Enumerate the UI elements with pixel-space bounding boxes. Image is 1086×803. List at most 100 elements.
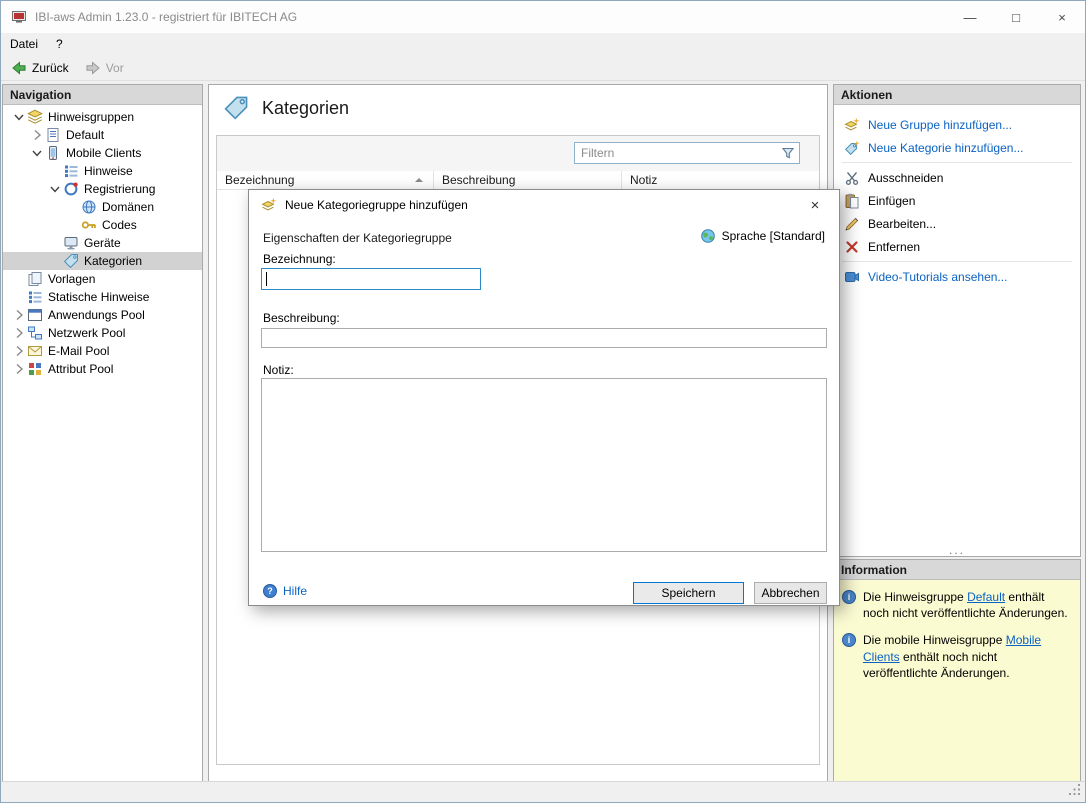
- chevron-collapsed-icon[interactable]: [11, 307, 27, 323]
- notiz-field[interactable]: [261, 378, 827, 552]
- action-new-group[interactable]: Neue Gruppe hinzufügen...: [834, 113, 1080, 136]
- help-icon: ?: [263, 584, 277, 598]
- beschreibung-field[interactable]: [261, 328, 827, 348]
- application-window: IBI-aws Admin 1.23.0 - registriert für I…: [0, 0, 1086, 803]
- tree-item-hinweisgruppen[interactable]: Hinweisgruppen: [3, 108, 202, 126]
- tree-item-hinweise[interactable]: Hinweise: [3, 162, 202, 180]
- tree-item-label: Netzwerk Pool: [48, 326, 125, 340]
- tree-item-anwendungs-pool[interactable]: Anwendungs Pool: [3, 306, 202, 324]
- window-title: IBI-aws Admin 1.23.0 - registriert für I…: [35, 10, 297, 24]
- navigation-toolbar: Zurück Vor: [1, 55, 1085, 81]
- language-selector[interactable]: Sprache [Standard]: [700, 228, 825, 244]
- devices-icon: [63, 235, 79, 251]
- tree-item-kategorien[interactable]: Kategorien: [3, 252, 202, 270]
- resize-grip[interactable]: [1070, 786, 1083, 799]
- tree-item-label: Statische Hinweise: [48, 290, 149, 304]
- static-hints-icon: [27, 289, 43, 305]
- back-arrow-icon: [11, 60, 27, 76]
- new-group-icon: [844, 117, 860, 133]
- action-label: Einfügen: [868, 194, 915, 208]
- hint-group-icon: [45, 127, 61, 143]
- action-video-tutorials[interactable]: Video-Tutorials ansehen...: [834, 265, 1080, 288]
- column-header-notiz[interactable]: Notiz: [622, 171, 819, 189]
- filter-funnel-icon[interactable]: [777, 145, 799, 161]
- tree-item-label: Mobile Clients: [66, 146, 141, 160]
- action-paste[interactable]: Einfügen: [834, 189, 1080, 212]
- categories-tag-icon: [223, 95, 249, 121]
- tree-item-mobile-clients[interactable]: Mobile Clients: [3, 144, 202, 162]
- action-label: Bearbeiten...: [868, 217, 936, 231]
- categories-tag-icon: [63, 253, 79, 269]
- table-header: Bezeichnung Beschreibung Notiz: [217, 171, 819, 190]
- language-globe-icon: [700, 228, 716, 244]
- chevron-spacer: [47, 235, 63, 251]
- action-label: Entfernen: [868, 240, 920, 254]
- chevron-spacer: [47, 253, 63, 269]
- chevron-collapsed-icon[interactable]: [11, 361, 27, 377]
- cancel-button[interactable]: Abbrechen: [754, 582, 827, 604]
- action-cut[interactable]: Ausschneiden: [834, 166, 1080, 189]
- bezeichnung-field[interactable]: [261, 268, 481, 290]
- tree-item-statische-hinweise[interactable]: Statische Hinweise: [3, 288, 202, 306]
- remove-x-icon: [844, 239, 860, 255]
- tree-item-attribut-pool[interactable]: Attribut Pool: [3, 360, 202, 378]
- codes-key-icon: [81, 217, 97, 233]
- tree-item-vorlagen[interactable]: Vorlagen: [3, 270, 202, 288]
- action-remove[interactable]: Entfernen: [834, 235, 1080, 258]
- domains-icon: [81, 199, 97, 215]
- column-header-bezeichnung[interactable]: Bezeichnung: [217, 171, 434, 189]
- maximize-button[interactable]: □: [993, 1, 1039, 33]
- registration-icon: [63, 181, 79, 197]
- chevron-spacer: [11, 271, 27, 287]
- action-edit[interactable]: Bearbeiten...: [834, 212, 1080, 235]
- info-message-text: Die mobile Hinweisgruppe Mobile Clients …: [863, 632, 1072, 681]
- chevron-expanded-icon[interactable]: [29, 145, 45, 161]
- tree-item-email-pool[interactable]: E-Mail Pool: [3, 342, 202, 360]
- column-header-beschreibung[interactable]: Beschreibung: [434, 171, 622, 189]
- page-title: Kategorien: [262, 98, 349, 119]
- filter-input[interactable]: [575, 146, 777, 160]
- information-panel: Information i Die Hinweisgruppe Default …: [833, 559, 1081, 782]
- tree-item-default[interactable]: Default: [3, 126, 202, 144]
- navigation-panel-header: Navigation: [3, 85, 202, 105]
- tree-item-geraete[interactable]: Geräte: [3, 234, 202, 252]
- actions-list: Neue Gruppe hinzufügen... Neue Kategorie…: [834, 105, 1080, 288]
- tree-item-label: Vorlagen: [48, 272, 95, 286]
- info-link-default[interactable]: Default: [967, 590, 1005, 604]
- action-label: Video-Tutorials ansehen...: [868, 270, 1007, 284]
- actions-panel-header: Aktionen: [834, 85, 1080, 105]
- help-link[interactable]: ? Hilfe: [263, 583, 307, 598]
- chevron-collapsed-icon[interactable]: [29, 127, 45, 143]
- forward-button-label: Vor: [106, 61, 124, 75]
- minimize-button[interactable]: —: [947, 1, 993, 33]
- menu-item-datei[interactable]: Datei: [1, 33, 47, 55]
- video-tutorials-icon: [844, 269, 860, 285]
- chevron-expanded-icon[interactable]: [11, 109, 27, 125]
- tree-item-netzwerk-pool[interactable]: Netzwerk Pool: [3, 324, 202, 342]
- forward-button[interactable]: Vor: [79, 58, 130, 78]
- actions-separator: [842, 261, 1072, 262]
- save-button[interactable]: Speichern: [633, 582, 744, 604]
- dialog-close-icon[interactable]: ×: [803, 193, 827, 217]
- close-button[interactable]: ×: [1039, 1, 1085, 33]
- chevron-spacer: [65, 199, 81, 215]
- back-button[interactable]: Zurück: [5, 58, 75, 78]
- menu-item-help[interactable]: ?: [47, 33, 72, 55]
- chevron-collapsed-icon[interactable]: [11, 325, 27, 341]
- edit-pencil-icon: [844, 216, 860, 232]
- tree-item-domaenen[interactable]: Domänen: [3, 198, 202, 216]
- action-new-category[interactable]: Neue Kategorie hinzufügen...: [834, 136, 1080, 159]
- tree-item-registrierung[interactable]: Registrierung: [3, 180, 202, 198]
- bezeichnung-label: Bezeichnung:: [263, 252, 336, 266]
- column-label: Notiz: [630, 173, 657, 187]
- chevron-collapsed-icon[interactable]: [11, 343, 27, 359]
- info-message: i Die Hinweisgruppe Default enthält noch…: [842, 589, 1072, 621]
- chevron-expanded-icon[interactable]: [47, 181, 63, 197]
- tree-item-codes[interactable]: Codes: [3, 216, 202, 234]
- tree-item-label: Anwendungs Pool: [48, 308, 145, 322]
- info-text: Die Hinweisgruppe: [863, 590, 967, 604]
- actions-overflow-indicator[interactable]: ...: [834, 544, 1080, 556]
- status-bar: [1, 781, 1085, 802]
- info-message-text: Die Hinweisgruppe Default enthält noch n…: [863, 589, 1072, 621]
- email-pool-icon: [27, 343, 43, 359]
